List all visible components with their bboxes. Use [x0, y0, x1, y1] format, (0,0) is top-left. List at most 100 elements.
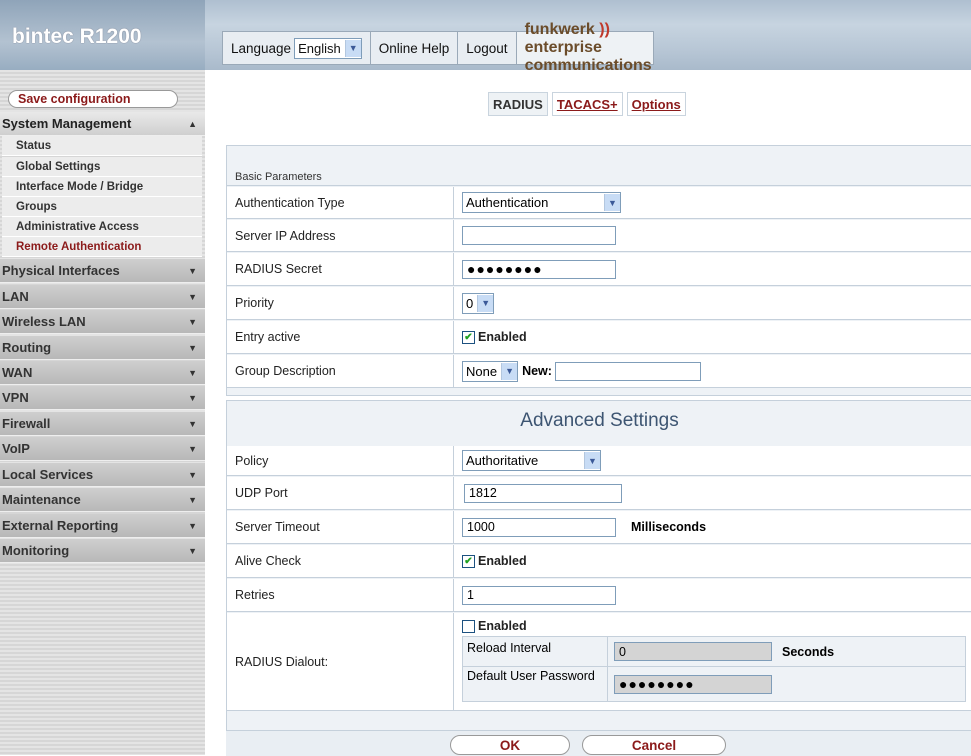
- retries-input[interactable]: [462, 585, 616, 605]
- radius-secret-input[interactable]: ●●●●●●●●: [462, 259, 616, 279]
- entry-active-checkbox[interactable]: ✔ Enabled: [462, 330, 527, 344]
- nav-wireless-lan[interactable]: Wireless LAN ▼: [0, 310, 205, 334]
- nav-system-management[interactable]: System Management ▲: [0, 112, 205, 136]
- cancel-button[interactable]: Cancel: [582, 735, 726, 755]
- default-password-row: Default User Password ●●●●●●●●: [463, 667, 965, 701]
- sidebar-item-status[interactable]: Status: [2, 136, 202, 156]
- language-select[interactable]: English ▼: [294, 37, 362, 59]
- radius-dialout-label: RADIUS Dialout:: [227, 613, 453, 711]
- row-auth-type: Authentication Type Authentication ▼: [227, 187, 971, 219]
- section-title: Basic Parameters: [227, 168, 971, 186]
- server-timeout-label: Server Timeout: [227, 511, 453, 544]
- seconds-unit: Seconds: [782, 644, 835, 659]
- new-group-input[interactable]: [554, 361, 701, 381]
- priority-select[interactable]: 0 ▼: [462, 292, 495, 314]
- policy-label: Policy: [227, 446, 453, 476]
- radius-secret-label: RADIUS Secret: [227, 253, 453, 286]
- caret-down-icon: ▼: [188, 443, 197, 454]
- server-timeout-input[interactable]: [462, 517, 616, 537]
- nav-wan[interactable]: WAN ▼: [0, 361, 205, 385]
- chevron-down-icon: ▼: [604, 194, 620, 211]
- row-policy: Policy Authoritative ▼: [227, 446, 971, 476]
- chevron-down-icon: ▼: [344, 39, 361, 57]
- sidebar-item-groups[interactable]: Groups: [2, 197, 202, 217]
- ok-button[interactable]: OK: [450, 735, 570, 755]
- chevron-down-icon: ▼: [477, 294, 494, 312]
- row-alive-check: Alive Check ✔ Enabled: [227, 545, 971, 578]
- row-udp-port: UDP Port: [227, 477, 971, 510]
- logo-text: funkwerk )): [524, 21, 610, 38]
- save-configuration-button[interactable]: Save configuration: [8, 90, 178, 108]
- default-password-input[interactable]: ●●●●●●●●: [614, 674, 772, 694]
- default-password-label: Default User Password: [467, 669, 595, 683]
- auth-type-select[interactable]: Authentication ▼: [462, 192, 621, 213]
- nav-vpn[interactable]: VPN ▼: [0, 386, 205, 410]
- row-server-ip: Server IP Address: [227, 220, 971, 252]
- caret-down-icon: ▼: [188, 418, 197, 429]
- nav-label: System Management: [2, 116, 132, 131]
- main-content: RADIUS TACACS+ Options Basic Parameters …: [222, 70, 971, 756]
- language-cell: Language English ▼: [223, 32, 371, 64]
- udp-port-input[interactable]: [464, 483, 622, 503]
- server-ip-label: Server IP Address: [227, 220, 453, 252]
- radius-dialout-checkbox[interactable]: Enabled: [462, 619, 527, 633]
- priority-label: Priority: [227, 287, 453, 320]
- language-label: Language: [231, 40, 292, 56]
- checkmark-icon: ✔: [462, 330, 475, 344]
- alive-check-checkbox[interactable]: ✔ Enabled: [462, 554, 527, 568]
- header: bintec R1200 Language English ▼ Online H…: [0, 0, 971, 74]
- logout-link[interactable]: Logout: [458, 32, 517, 64]
- udp-port-label: UDP Port: [227, 477, 453, 510]
- sidebar-item-remote-authentication[interactable]: Remote Authentication: [2, 237, 202, 257]
- nav-lan[interactable]: LAN ▼: [0, 285, 205, 309]
- group-description-label: Group Description: [227, 355, 453, 388]
- reload-interval-row: Reload Interval Seconds: [463, 637, 965, 667]
- sidebar: Save configuration System Management ▲ S…: [0, 70, 205, 755]
- nav-local-services[interactable]: Local Services ▼: [0, 463, 205, 487]
- caret-up-icon: ▲: [188, 118, 197, 129]
- caret-down-icon: ▼: [188, 291, 197, 302]
- reload-interval-label: Reload Interval: [467, 641, 552, 655]
- caret-down-icon: ▼: [188, 494, 197, 505]
- basic-parameters-section: Basic Parameters Authentication Type Aut…: [226, 145, 971, 396]
- reload-interval-input[interactable]: [614, 642, 772, 661]
- nav-monitoring[interactable]: Monitoring ▼: [0, 539, 205, 563]
- row-retries: Retries: [227, 579, 971, 612]
- form-footer: OK Cancel: [226, 730, 971, 756]
- nav-physical-interfaces[interactable]: Physical Interfaces ▼: [0, 259, 205, 283]
- sidebar-item-interface-mode[interactable]: Interface Mode / Bridge: [2, 177, 202, 197]
- chevron-down-icon: ▼: [501, 362, 518, 380]
- caret-down-icon: ▼: [188, 520, 197, 531]
- server-ip-input[interactable]: [462, 226, 616, 245]
- chevron-down-icon: ▼: [584, 452, 600, 469]
- sidebar-item-global-settings[interactable]: Global Settings: [2, 157, 202, 177]
- caret-down-icon: ▼: [188, 469, 197, 480]
- caret-down-icon: ▼: [188, 342, 197, 353]
- auth-type-label: Authentication Type: [227, 187, 453, 219]
- alive-check-label: Alive Check: [227, 545, 453, 578]
- row-server-timeout: Server Timeout Milliseconds: [227, 511, 971, 544]
- online-help-link[interactable]: Online Help: [371, 32, 459, 64]
- tab-radius[interactable]: RADIUS: [488, 92, 548, 116]
- brand-area: bintec R1200: [0, 0, 205, 70]
- sidebar-item-administrative-access[interactable]: Administrative Access: [2, 217, 202, 237]
- tab-tacacs[interactable]: TACACS+: [551, 92, 623, 116]
- row-radius-dialout: RADIUS Dialout: Enabled Reload Interval …: [227, 613, 971, 711]
- entry-active-label: Entry active: [227, 321, 453, 354]
- caret-down-icon: ▼: [188, 367, 197, 378]
- group-description-select[interactable]: None ▼: [462, 360, 519, 382]
- row-entry-active: Entry active ✔ Enabled: [227, 321, 971, 354]
- tab-bar: RADIUS TACACS+ Options: [488, 92, 686, 116]
- nav-routing[interactable]: Routing ▼: [0, 336, 205, 360]
- caret-down-icon: ▼: [188, 392, 197, 403]
- caret-down-icon: ▼: [188, 265, 197, 276]
- policy-select[interactable]: Authoritative ▼: [462, 450, 601, 471]
- row-radius-secret: RADIUS Secret ●●●●●●●●: [227, 253, 971, 286]
- nav-external-reporting[interactable]: External Reporting ▼: [0, 514, 205, 538]
- nav-firewall[interactable]: Firewall ▼: [0, 412, 205, 436]
- nav-maintenance[interactable]: Maintenance ▼: [0, 488, 205, 512]
- milliseconds-unit: Milliseconds: [631, 520, 707, 534]
- nav-voip[interactable]: VoIP ▼: [0, 437, 205, 461]
- advanced-settings-section: Advanced Settings Policy Authoritative ▼…: [226, 400, 971, 732]
- tab-options[interactable]: Options: [626, 92, 686, 116]
